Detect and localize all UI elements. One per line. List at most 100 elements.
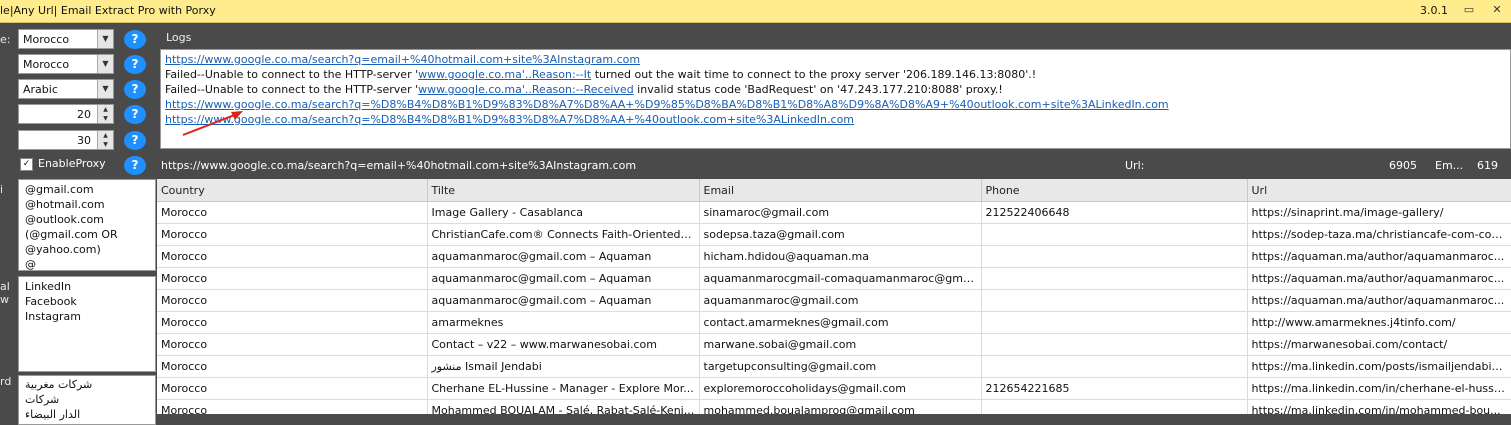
list-item[interactable]: Facebook xyxy=(25,294,155,309)
help-icon[interactable]: ? xyxy=(124,131,146,150)
keywords-label: rd xyxy=(0,375,12,388)
domains-list[interactable]: @gmail.com @hotmail.com @outlook.com (@g… xyxy=(18,179,156,271)
table-row[interactable]: Morocco amarmeknes contact.amarmeknes@gmai… xyxy=(157,311,1511,334)
pages-stepper[interactable]: 20 ▲ ▼ xyxy=(18,104,114,124)
version-label: 3.0.1 xyxy=(1420,4,1448,17)
enable-proxy-checkbox[interactable]: ✓ EnableProxy xyxy=(20,157,106,171)
delay-stepper[interactable]: 30 ▲ ▼ xyxy=(18,130,114,150)
table-cell: aquamanmaroc@gmail.com – Aquaman xyxy=(427,289,700,312)
column-header[interactable]: Url xyxy=(1247,179,1511,202)
list-item[interactable]: (@gmail.com OR xyxy=(25,227,155,242)
table-cell: aquamanmaroc@gmail.com xyxy=(699,289,982,312)
help-icon[interactable]: ? xyxy=(124,55,146,74)
table-cell xyxy=(981,399,1248,414)
table-row[interactable]: Morocco Cherhane EL-Hussine - Manager - E… xyxy=(157,377,1511,400)
results-grid[interactable]: Country Tilte Email Phone Url Morocco Image G… xyxy=(157,179,1511,414)
logs-textbox[interactable]: https://www.google.co.ma/search?q=email+… xyxy=(160,49,1511,149)
list-item[interactable]: شركات مغربية xyxy=(25,377,155,392)
table-cell: http://www.amarmeknes.j4tinfo.com/ xyxy=(1247,311,1511,334)
log-text: invalid status code 'BadRequest' on '47.… xyxy=(633,83,1003,96)
help-icon[interactable]: ? xyxy=(124,30,146,49)
table-cell: https://aquaman.ma/author/aquamanmaroc..… xyxy=(1247,245,1511,268)
column-header[interactable]: Phone xyxy=(981,179,1248,202)
table-cell xyxy=(981,289,1248,312)
chevron-down-icon[interactable]: ▼ xyxy=(97,55,113,73)
table-row[interactable]: Morocco aquamanmaroc@gmail.com – Aquaman a… xyxy=(157,267,1511,290)
list-item[interactable]: Instagram xyxy=(25,309,155,324)
chevron-down-icon[interactable]: ▼ xyxy=(97,30,113,48)
list-item[interactable]: @gmail.com xyxy=(25,182,155,197)
list-item[interactable]: @outlook.com xyxy=(25,212,155,227)
table-cell: Morocco xyxy=(157,267,428,290)
log-link[interactable]: www.google.co.ma'..Reason:--Received xyxy=(418,83,634,96)
list-item[interactable]: LinkedIn xyxy=(25,279,155,294)
table-cell: mohammed.boualamprog@gmail.com xyxy=(699,399,982,414)
enable-proxy-label: EnableProxy xyxy=(38,157,106,170)
table-row[interactable]: Morocco Image Gallery - Casablanca sinamar… xyxy=(157,201,1511,224)
column-header[interactable]: Country xyxy=(157,179,428,202)
table-cell: https://ma.linkedin.com/in/cherhane-el-h… xyxy=(1247,377,1511,400)
list-item[interactable]: شركات xyxy=(25,392,155,407)
table-cell: 212522406648 xyxy=(981,201,1248,224)
table-cell: https://ma.linkedin.com/posts/ismailjend… xyxy=(1247,355,1511,378)
table-row[interactable]: Morocco Mohammed BOUALAM - Salé, Rabat-Sa… xyxy=(157,399,1511,414)
restore-icon[interactable]: ▭ xyxy=(1462,3,1476,17)
table-cell: https://marwanesobai.com/contact/ xyxy=(1247,333,1511,356)
table-cell: https://aquaman.ma/author/aquamanmaroc..… xyxy=(1247,289,1511,312)
log-link[interactable]: https://www.google.co.ma/search?q=email+… xyxy=(165,53,640,66)
table-cell: https://aquaman.ma/author/aquamanmaroc..… xyxy=(1247,267,1511,290)
delay-value: 30 xyxy=(77,134,91,147)
table-cell: https://ma.linkedin.com/in/mohammed-bou.… xyxy=(1247,399,1511,414)
column-header[interactable]: Tilte xyxy=(427,179,700,202)
country-select[interactable]: Morocco ▼ xyxy=(18,29,114,49)
table-row[interactable]: Morocco Contact – v22 – www.marwanesobai.… xyxy=(157,333,1511,356)
country-select-2[interactable]: Morocco ▼ xyxy=(18,54,114,74)
sites-list[interactable]: LinkedIn Facebook Instagram xyxy=(18,276,156,372)
stepper-arrows-icon[interactable]: ▲ ▼ xyxy=(97,131,113,149)
settings-panel: e: Morocco ▼ ? Morocco ▼ ? Arabic ▼ ? 20 ▲ ▼ … xyxy=(0,23,156,425)
chevron-down-icon[interactable]: ▼ xyxy=(97,80,113,98)
table-cell: sodepsa.taza@gmail.com xyxy=(699,223,982,246)
close-icon[interactable]: ✕ xyxy=(1490,3,1504,17)
list-item[interactable]: الدار البيضاء xyxy=(25,407,155,422)
table-row[interactable]: Morocco aquamanmaroc@gmail.com – Aquaman h… xyxy=(157,245,1511,268)
table-cell: exploremoroccoholidays@gmail.com xyxy=(699,377,982,400)
table-cell: Morocco xyxy=(157,201,428,224)
table-row[interactable]: Morocco aquamanmaroc@gmail.com – Aquaman a… xyxy=(157,289,1511,312)
url-count: 6905 xyxy=(1389,159,1417,172)
list-item[interactable]: @yahoo.com) xyxy=(25,242,155,257)
table-cell xyxy=(981,311,1248,334)
list-item[interactable]: @ xyxy=(25,257,155,272)
table-cell: Morocco xyxy=(157,223,428,246)
language-select[interactable]: Arabic ▼ xyxy=(18,79,114,99)
table-cell: contact.amarmeknes@gmail.com xyxy=(699,311,982,334)
log-link[interactable]: www.google.co.ma'..Reason:--It xyxy=(418,68,591,81)
log-link[interactable]: https://www.google.co.ma/search?q=%D8%B4… xyxy=(165,98,1169,111)
keywords-list[interactable]: شركات مغربية شركات الدار البيضاء xyxy=(18,375,156,425)
url-count-label: Url: xyxy=(1125,159,1145,172)
table-cell: منشور Ismail Jendabi xyxy=(427,355,700,378)
column-header[interactable]: Email xyxy=(699,179,982,202)
table-cell: https://sodep-taza.ma/christiancafe-com-… xyxy=(1247,223,1511,246)
help-icon[interactable]: ? xyxy=(124,80,146,99)
help-icon[interactable]: ? xyxy=(124,156,146,175)
sites-label-2: w xyxy=(0,293,9,306)
country-value-2: Morocco xyxy=(23,58,70,71)
checkbox-icon[interactable]: ✓ xyxy=(20,157,33,171)
list-item[interactable]: @hotmail.com xyxy=(25,197,155,212)
table-cell xyxy=(981,333,1248,356)
stepper-arrows-icon[interactable]: ▲ ▼ xyxy=(97,105,113,123)
title-bar: le|Any Url| Email Extract Pro with Porxy… xyxy=(0,0,1511,23)
log-link[interactable]: https://www.google.co.ma/search?q=%D8%B4… xyxy=(165,113,854,126)
table-cell: Morocco xyxy=(157,245,428,268)
table-cell: aquamanmaroc@gmail.com – Aquaman xyxy=(427,245,700,268)
table-cell: aquamanmaroc@gmail.com – Aquaman xyxy=(427,267,700,290)
country-label: e: xyxy=(0,33,11,46)
pages-value: 20 xyxy=(77,108,91,121)
help-icon[interactable]: ? xyxy=(124,105,146,124)
table-row[interactable]: Morocco منشور Ismail Jendabi targetupconsu… xyxy=(157,355,1511,378)
table-cell: Morocco xyxy=(157,289,428,312)
table-cell: targetupconsulting@gmail.com xyxy=(699,355,982,378)
table-row[interactable]: Morocco ChristianCafe.com® Connects Faith… xyxy=(157,223,1511,246)
logs-group: Logs https://www.google.co.ma/search?q=e… xyxy=(157,30,1511,150)
